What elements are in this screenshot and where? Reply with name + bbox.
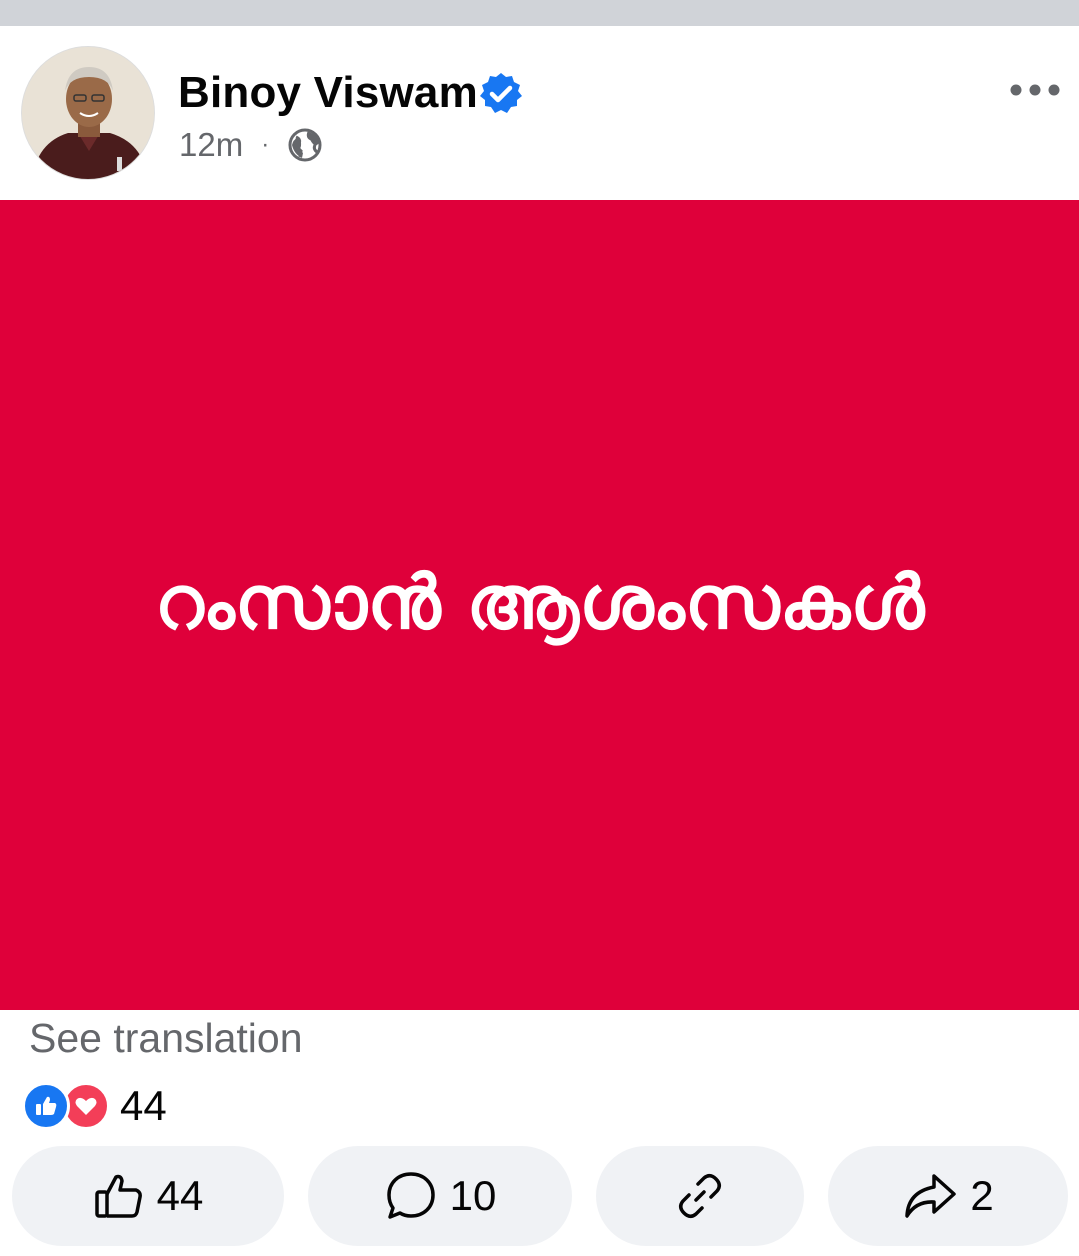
see-translation-link[interactable]: See translation bbox=[29, 1015, 303, 1062]
avatar[interactable] bbox=[21, 46, 155, 180]
like-reaction-icon bbox=[22, 1082, 70, 1130]
share-icon bbox=[905, 1174, 957, 1218]
share-button[interactable]: 2 bbox=[828, 1146, 1068, 1246]
meta-separator: · bbox=[261, 131, 270, 158]
comment-button[interactable]: 10 bbox=[308, 1146, 572, 1246]
share-count: 2 bbox=[970, 1172, 994, 1219]
post-image[interactable]: റംസാൻ ആശംസകൾ bbox=[0, 200, 1079, 1010]
post-image-text: റംസാൻ ആശംസകൾ bbox=[154, 560, 925, 646]
globe-icon bbox=[288, 128, 322, 162]
more-options-icon[interactable] bbox=[1009, 81, 1061, 99]
copy-link-button[interactable] bbox=[596, 1146, 804, 1246]
thumbs-up-icon bbox=[94, 1174, 142, 1218]
author-name[interactable]: Binoy Viswam bbox=[178, 68, 478, 118]
top-divider bbox=[0, 0, 1079, 26]
post-meta: 12m · bbox=[179, 125, 323, 165]
comment-count: 10 bbox=[449, 1172, 497, 1219]
verified-badge-icon bbox=[480, 73, 522, 113]
comment-icon bbox=[386, 1172, 435, 1219]
action-bar: 44 10 2 bbox=[0, 1146, 1079, 1246]
like-button[interactable]: 44 bbox=[12, 1146, 284, 1246]
post-header: Binoy Viswam 12m · bbox=[0, 26, 1079, 200]
post-time[interactable]: 12m bbox=[179, 126, 243, 164]
reaction-summary[interactable]: 44 bbox=[22, 1080, 167, 1132]
reaction-count: 44 bbox=[120, 1082, 167, 1129]
link-icon bbox=[679, 1174, 721, 1218]
like-count: 44 bbox=[156, 1172, 204, 1219]
